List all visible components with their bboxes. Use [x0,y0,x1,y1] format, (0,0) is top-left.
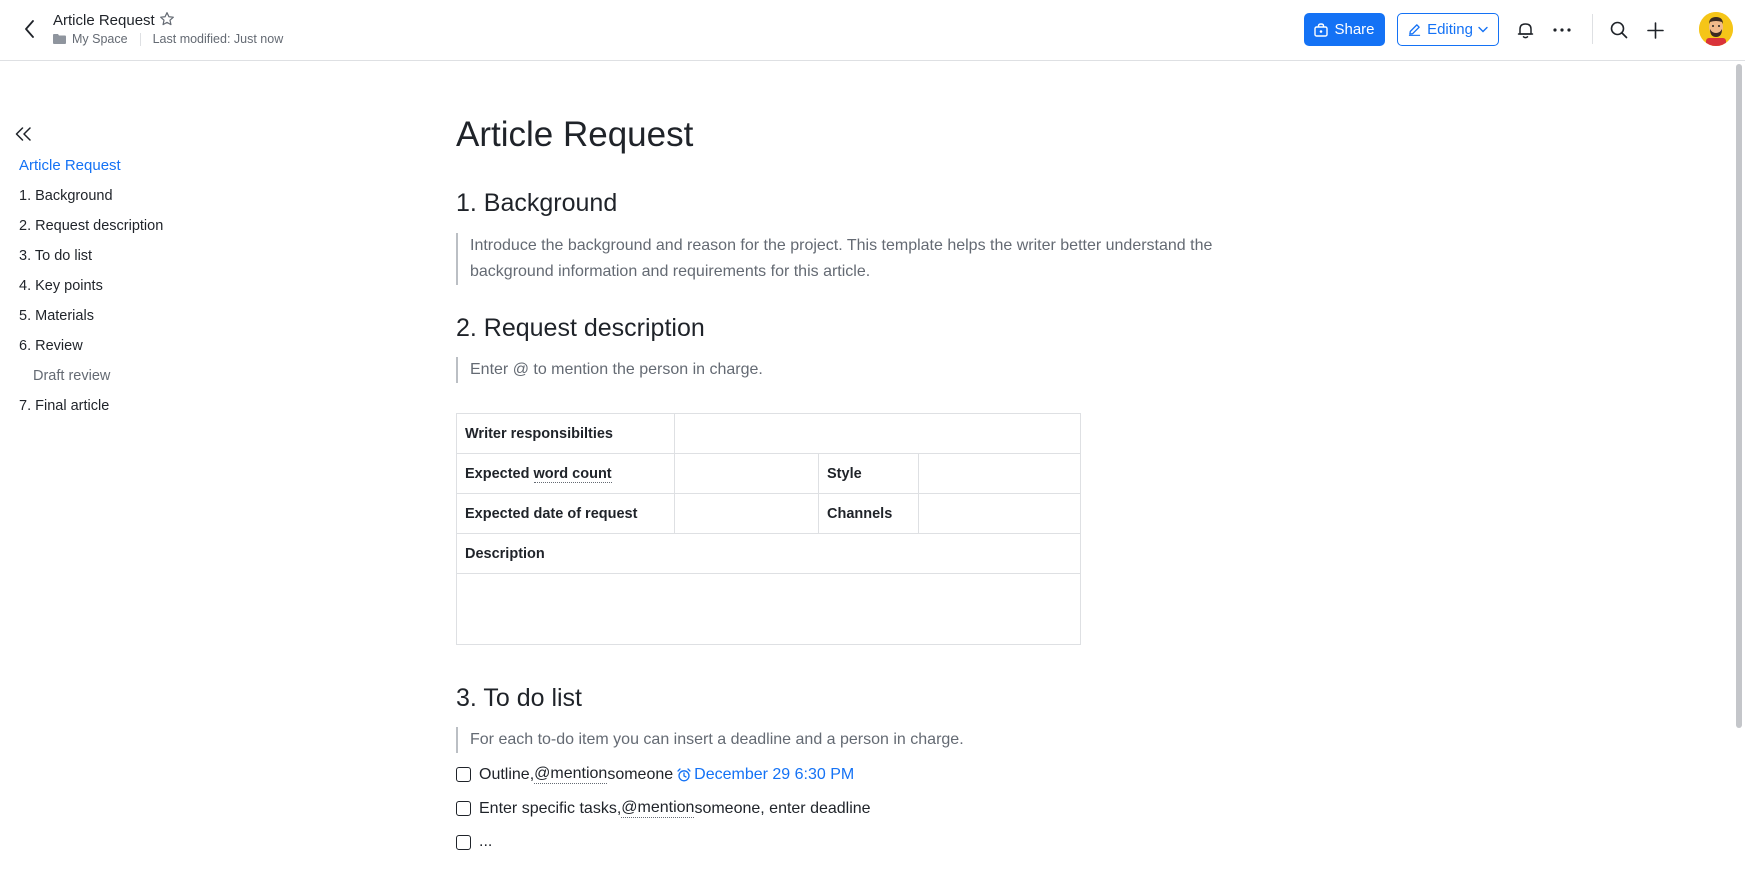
avatar[interactable] [1699,12,1733,46]
top-bar: Article Request My Space Last modified: … [0,0,1745,61]
todo-text[interactable]: Enter specific tasks, [479,800,621,818]
meta-divider [139,32,141,46]
more-options-button[interactable] [1548,16,1576,44]
label-channels: Channels [827,505,893,522]
todo-deadline[interactable]: December 29 6:30 PM [677,766,854,784]
label-expected-word-count-term: word count [533,465,612,483]
outline-item-key-points[interactable]: 4. Key points [19,275,319,305]
notifications-button[interactable] [1511,16,1539,44]
back-button[interactable] [18,16,40,42]
table-cell[interactable] [456,573,1081,645]
table-cell[interactable]: Style [818,453,919,494]
table-row: Expected word count Style [456,453,1081,494]
outline-item-materials[interactable]: 5. Materials [19,305,319,335]
table-row [456,573,1081,645]
alarm-clock-icon [677,767,691,781]
label-style: Style [827,465,862,482]
doc-meta: My Space Last modified: Just now [53,32,283,46]
doc-title[interactable]: Article Request [53,12,155,29]
quote-background[interactable]: Introduce the background and reason for … [456,233,1256,285]
heading-background[interactable]: 1. Background [456,189,617,218]
location-link[interactable]: My Space [72,32,128,46]
todo-text[interactable]: someone [607,766,673,784]
todo-checkbox[interactable] [456,767,471,782]
search-button[interactable] [1605,16,1633,44]
back-icon [24,20,34,38]
share-icon [1314,22,1329,37]
last-modified: Last modified: Just now [152,32,284,46]
table-cell[interactable]: Description [456,533,1081,574]
todo-checkbox[interactable] [456,834,471,850]
outline-item-request-description[interactable]: 2. Request description [19,215,319,245]
editing-mode-button[interactable]: Editing [1397,13,1499,46]
outline-item-to-do-list[interactable]: 3. To do list [19,245,319,275]
todo-deadline-text: December 29 6:30 PM [694,765,855,783]
collapse-outline-button[interactable] [15,127,35,147]
double-chevron-left-icon [15,127,31,141]
heading-request-description[interactable]: 2. Request description [456,314,705,343]
todo-item: Enter specific tasks, @mention someone, … [456,799,871,818]
label-description: Description [465,545,545,562]
outline-item-final-article[interactable]: 7. Final article [19,395,319,425]
label-expected-word-count-prefix: Expected [465,465,534,482]
table-cell[interactable]: Channels [818,493,919,534]
table-cell[interactable]: Expected date of request [456,493,675,534]
todo-item: Outline, @mention someone December 29 6:… [456,765,854,784]
label-expected-date: Expected date of request [465,505,638,522]
share-label: Share [1334,21,1375,38]
search-icon [1610,21,1628,39]
outline-item-article-request[interactable]: Article Request [19,155,319,185]
favorite-button[interactable] [159,11,179,31]
table-cell[interactable] [674,493,819,534]
outline-item-review[interactable]: 6. Review [19,335,319,365]
star-icon [160,12,174,26]
table-cell[interactable]: Expected word count [456,453,675,494]
outline-item-background[interactable]: 1. Background [19,185,319,215]
quote-request-description[interactable]: Enter @ to mention the person in charge. [456,357,763,383]
todo-text[interactable]: Outline, [479,766,534,784]
chevron-down-icon [1478,26,1488,33]
table-row: Description [456,533,1081,574]
table-cell[interactable] [918,493,1081,534]
table-cell[interactable] [674,413,1081,454]
scrollbar-thumb[interactable] [1736,64,1742,728]
share-button[interactable]: Share [1304,13,1385,46]
table-cell[interactable] [674,453,819,494]
plus-icon [1646,21,1664,39]
quote-to-do-list[interactable]: For each to-do item you can insert a dea… [456,727,964,753]
table-cell[interactable]: Writer responsibilties [456,413,675,454]
request-table: Writer responsibilties Expected word cou… [456,413,1081,645]
outline-item-draft-review[interactable]: Draft review [19,365,319,395]
avatar-face-icon [1699,12,1733,46]
label-writer-responsibilities: Writer responsibilties [465,425,613,442]
todo-mention[interactable]: @mention [621,799,695,818]
heading-to-do-list[interactable]: 3. To do list [456,684,582,713]
table-row: Writer responsibilties [456,413,1081,454]
quote-background-line-2: background information and requirements … [470,263,871,280]
bell-icon [1517,23,1533,39]
more-icon [1553,28,1571,32]
todo-text[interactable]: someone, enter deadline [694,800,870,818]
create-button[interactable] [1641,16,1669,44]
todo-checkbox[interactable] [456,801,471,816]
page-title[interactable]: Article Request [456,115,693,155]
todo-text[interactable]: ... [479,833,492,851]
document-outline: Article Request 1. Background 2. Request… [19,155,319,425]
todo-mention[interactable]: @mention [534,765,608,784]
table-row: Expected date of request Channels [456,493,1081,534]
editing-label: Editing [1427,21,1473,38]
todo-item: ... [456,833,492,851]
folder-icon [53,34,66,44]
table-cell[interactable] [918,453,1081,494]
pen-icon [1408,24,1421,36]
quote-background-line-1: Introduce the background and reason for … [470,237,1213,254]
header-divider [1592,14,1593,44]
